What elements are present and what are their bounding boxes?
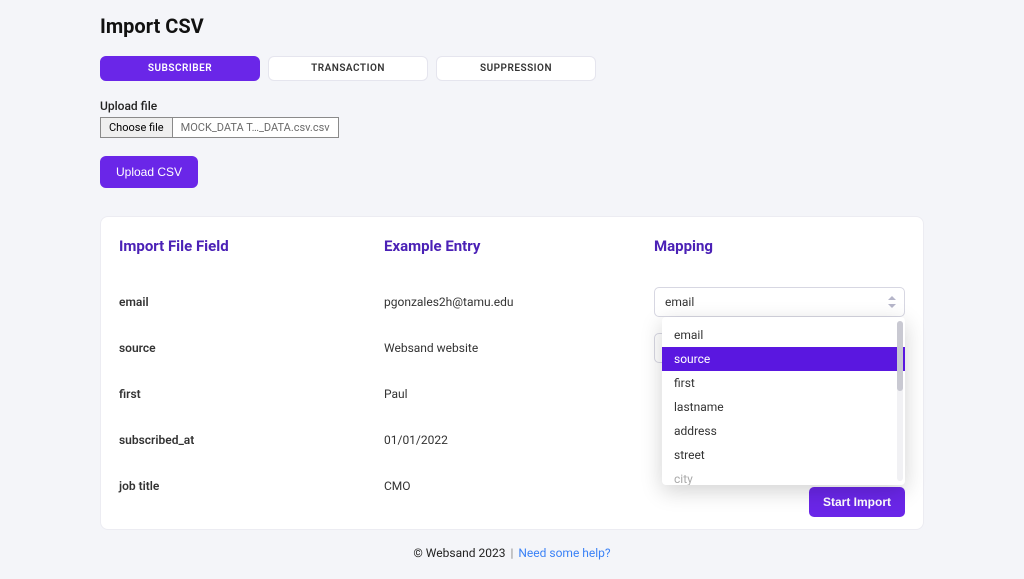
- chevron-sort-icon: [888, 296, 896, 308]
- example-value: pgonzales2h@tamu.edu: [384, 279, 654, 325]
- mapping-select-email[interactable]: email: [654, 287, 905, 317]
- mapping-select-value: email: [665, 295, 694, 309]
- dropdown-scrollbar-thumb[interactable]: [897, 321, 903, 391]
- footer-copyright: © Websand 2023: [413, 546, 505, 560]
- field-name: first: [119, 371, 384, 417]
- field-name: subscribed_at: [119, 417, 384, 463]
- column-header-example: Example Entry: [384, 237, 654, 255]
- example-value: 01/01/2022: [384, 417, 654, 463]
- example-value: Websand website: [384, 325, 654, 371]
- mapping-option-street[interactable]: street: [662, 443, 905, 467]
- page-footer: © Websand 2023 | Need some help?: [100, 546, 924, 560]
- dropdown-scrollbar[interactable]: [897, 321, 903, 481]
- footer-help-link[interactable]: Need some help?: [518, 546, 610, 560]
- mapping-option-source[interactable]: source: [662, 347, 905, 371]
- file-input-row: Choose file MOCK_DATA T…_DATA.csv.csv: [100, 117, 924, 138]
- upload-file-label: Upload file: [100, 99, 924, 113]
- mapping-option-email[interactable]: email: [662, 323, 905, 347]
- footer-separator: |: [510, 546, 513, 560]
- mapping-option-lastname[interactable]: lastname: [662, 395, 905, 419]
- mapping-option-first[interactable]: first: [662, 371, 905, 395]
- field-name: source: [119, 325, 384, 371]
- mapping-card: Import File Field email source first sub…: [100, 216, 924, 530]
- example-value: Paul: [384, 371, 654, 417]
- mapping-option-city[interactable]: city: [662, 467, 905, 485]
- tab-transaction[interactable]: TRANSACTION: [268, 56, 428, 81]
- start-import-button[interactable]: Start Import: [809, 487, 905, 517]
- import-type-tabs: SUBSCRIBER TRANSACTION SUPPRESSION: [100, 56, 924, 81]
- page-title: Import CSV: [100, 14, 924, 38]
- column-header-field: Import File Field: [119, 237, 384, 255]
- field-name: email: [119, 279, 384, 325]
- chosen-file-name: MOCK_DATA T…_DATA.csv.csv: [173, 117, 339, 138]
- choose-file-button[interactable]: Choose file: [100, 117, 173, 138]
- field-name: job title: [119, 463, 384, 509]
- column-header-mapping: Mapping: [654, 237, 905, 255]
- mapping-options-dropdown: email source first lastname address stre…: [662, 317, 905, 485]
- example-value: CMO: [384, 463, 654, 509]
- tab-suppression[interactable]: SUPPRESSION: [436, 56, 596, 81]
- mapping-option-address[interactable]: address: [662, 419, 905, 443]
- upload-csv-button[interactable]: Upload CSV: [100, 156, 198, 188]
- tab-subscriber[interactable]: SUBSCRIBER: [100, 56, 260, 81]
